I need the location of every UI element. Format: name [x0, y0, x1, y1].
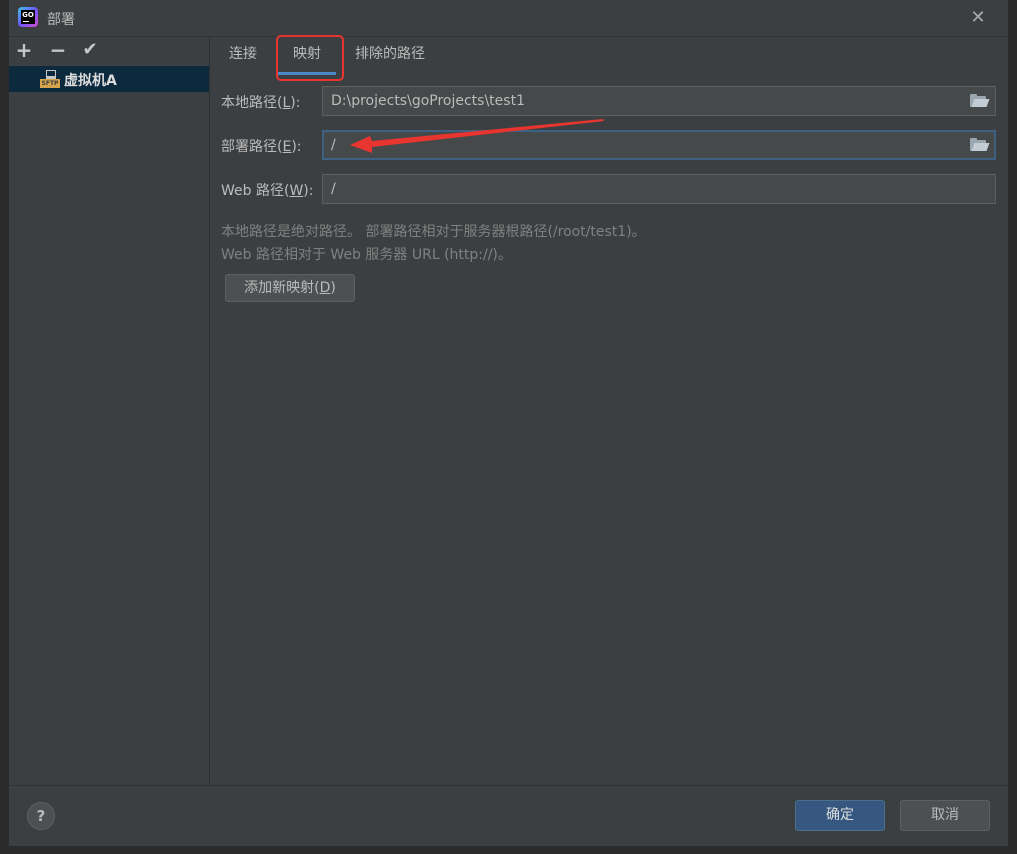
- tab-mapping[interactable]: 映射: [278, 37, 336, 75]
- tab-connection[interactable]: 连接: [227, 37, 259, 75]
- browse-folder-icon[interactable]: [970, 94, 990, 107]
- sidebar-toolbar: + − ✔: [9, 37, 209, 65]
- tab-excluded-paths-label: 排除的路径: [355, 46, 425, 62]
- dialog-footer: ? 确定 取消: [9, 785, 1008, 846]
- active-tab-underline: [278, 72, 336, 75]
- browse-folder-icon[interactable]: [970, 138, 990, 151]
- cancel-button[interactable]: 取消: [900, 800, 990, 831]
- web-path-value: /: [331, 181, 336, 197]
- tab-mapping-label: 映射: [293, 46, 321, 62]
- remove-server-button[interactable]: −: [47, 39, 69, 61]
- tab-bar: 连接 映射 排除的路径: [210, 35, 1008, 81]
- server-sidebar: + − ✔ SFTP 虚拟机A: [9, 37, 210, 786]
- set-default-check-button[interactable]: ✔: [79, 39, 101, 61]
- hint-line-2: Web 路径相对于 Web 服务器 URL (http://)。: [221, 247, 512, 263]
- goland-icon: GO: [18, 7, 38, 27]
- deploy-path-value: /: [331, 137, 336, 153]
- deploy-path-input[interactable]: /: [322, 130, 996, 160]
- help-button[interactable]: ?: [27, 802, 55, 830]
- sftp-tag: SFTP: [40, 79, 60, 88]
- deploy-path-label: 部署路径(E):: [221, 139, 302, 155]
- ok-button[interactable]: 确定: [795, 800, 885, 831]
- local-path-value: D:\projects\goProjects\test1: [331, 93, 525, 109]
- settings-content: 连接 映射 排除的路径 本地路径(L): D:\projects\goProje…: [210, 35, 1008, 786]
- add-new-mapping-button[interactable]: 添加新映射(D): [225, 274, 355, 302]
- hint-line-1: 本地路径是绝对路径。 部署路径相对于服务器根路径(/root/test1)。: [221, 224, 646, 240]
- local-path-label: 本地路径(L):: [221, 95, 301, 111]
- web-path-label: Web 路径(W):: [221, 183, 314, 199]
- tab-connection-label: 连接: [229, 46, 257, 62]
- window-title: 部署: [47, 12, 75, 28]
- deployment-dialog: GO 部署 ✕ + − ✔ SFTP 虚拟机A 连接 映射 排除的路径 本地路径…: [9, 0, 1008, 846]
- add-server-button[interactable]: +: [13, 39, 35, 61]
- tab-excluded-paths[interactable]: 排除的路径: [352, 37, 428, 75]
- sftp-server-icon: SFTP: [40, 70, 60, 88]
- web-path-input[interactable]: /: [322, 174, 996, 204]
- server-label: 虚拟机A: [64, 73, 117, 89]
- local-path-input[interactable]: D:\projects\goProjects\test1: [322, 86, 996, 116]
- app-icon-text: GO: [22, 11, 34, 19]
- server-item-virtual-machine-a[interactable]: SFTP 虚拟机A: [9, 66, 209, 92]
- close-icon[interactable]: ✕: [968, 8, 988, 28]
- title-bar: GO 部署 ✕: [9, 0, 1008, 37]
